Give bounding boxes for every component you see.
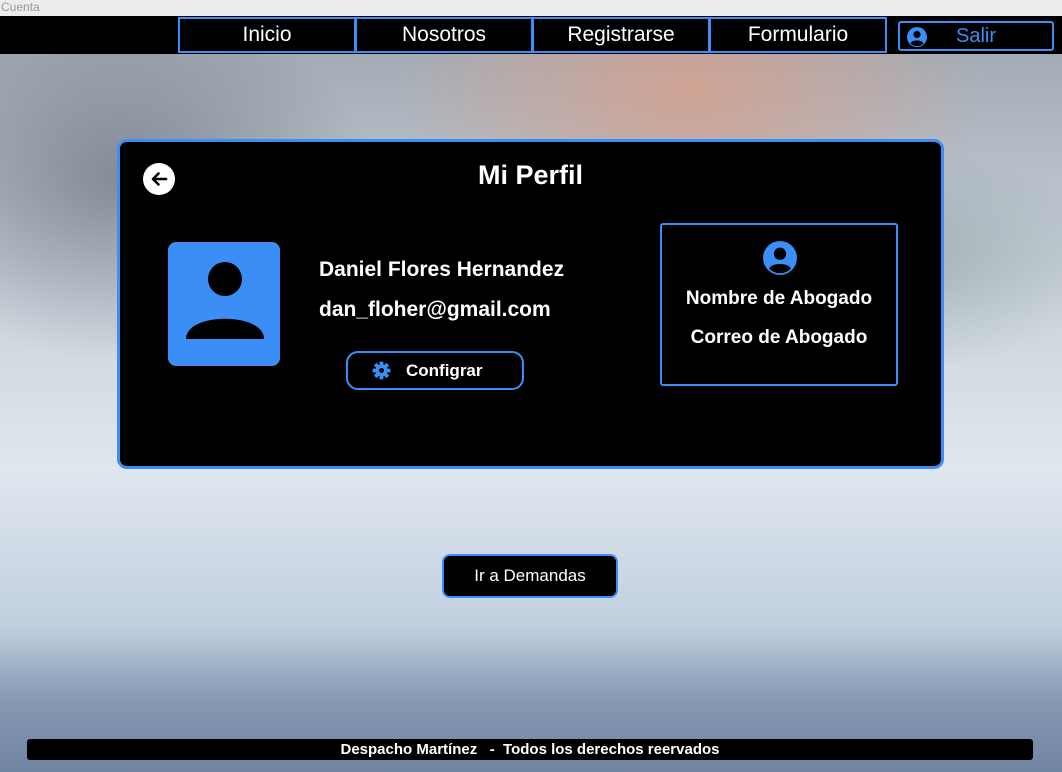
footer: Despacho Martínez - Todos los derechos r…	[27, 739, 1033, 760]
lawyer-email: Correo de Abogado	[690, 327, 868, 348]
gear-icon	[372, 361, 391, 380]
user-email: dan_floher@gmail.com	[319, 298, 551, 321]
lawyer-name: Nombre de Abogado	[685, 288, 873, 309]
avatar	[168, 242, 280, 366]
user-name: Daniel Flores Hernandez	[319, 258, 565, 281]
logout-button[interactable]: Salir	[898, 21, 1054, 51]
page-title: Mi Perfil	[477, 160, 584, 190]
lawyer-panel: Nombre de Abogado Correo de Abogado	[660, 223, 898, 386]
nav-item-formulario[interactable]: Formulario	[709, 17, 887, 53]
user-icon	[186, 262, 264, 339]
nav-item-registrarse[interactable]: Registrarse	[532, 17, 710, 53]
user-circle-icon	[907, 27, 927, 47]
nav-item-nosotros[interactable]: Nosotros	[355, 17, 533, 53]
configure-button[interactable]: Configrar	[346, 351, 524, 390]
user-circle-icon	[763, 241, 797, 275]
logout-label: Salir	[956, 25, 997, 47]
window-title: Cuenta	[0, 0, 1062, 16]
configure-label: Configrar	[406, 361, 483, 380]
nav-item-inicio[interactable]: Inicio	[178, 17, 356, 53]
navbar: Inicio Nosotros Registrarse Formulario S…	[0, 16, 1062, 54]
profile-card: Mi Perfil Daniel Flores Hernandez dan_fl…	[117, 139, 944, 469]
go-to-demands-button[interactable]: Ir a Demandas	[442, 554, 618, 598]
